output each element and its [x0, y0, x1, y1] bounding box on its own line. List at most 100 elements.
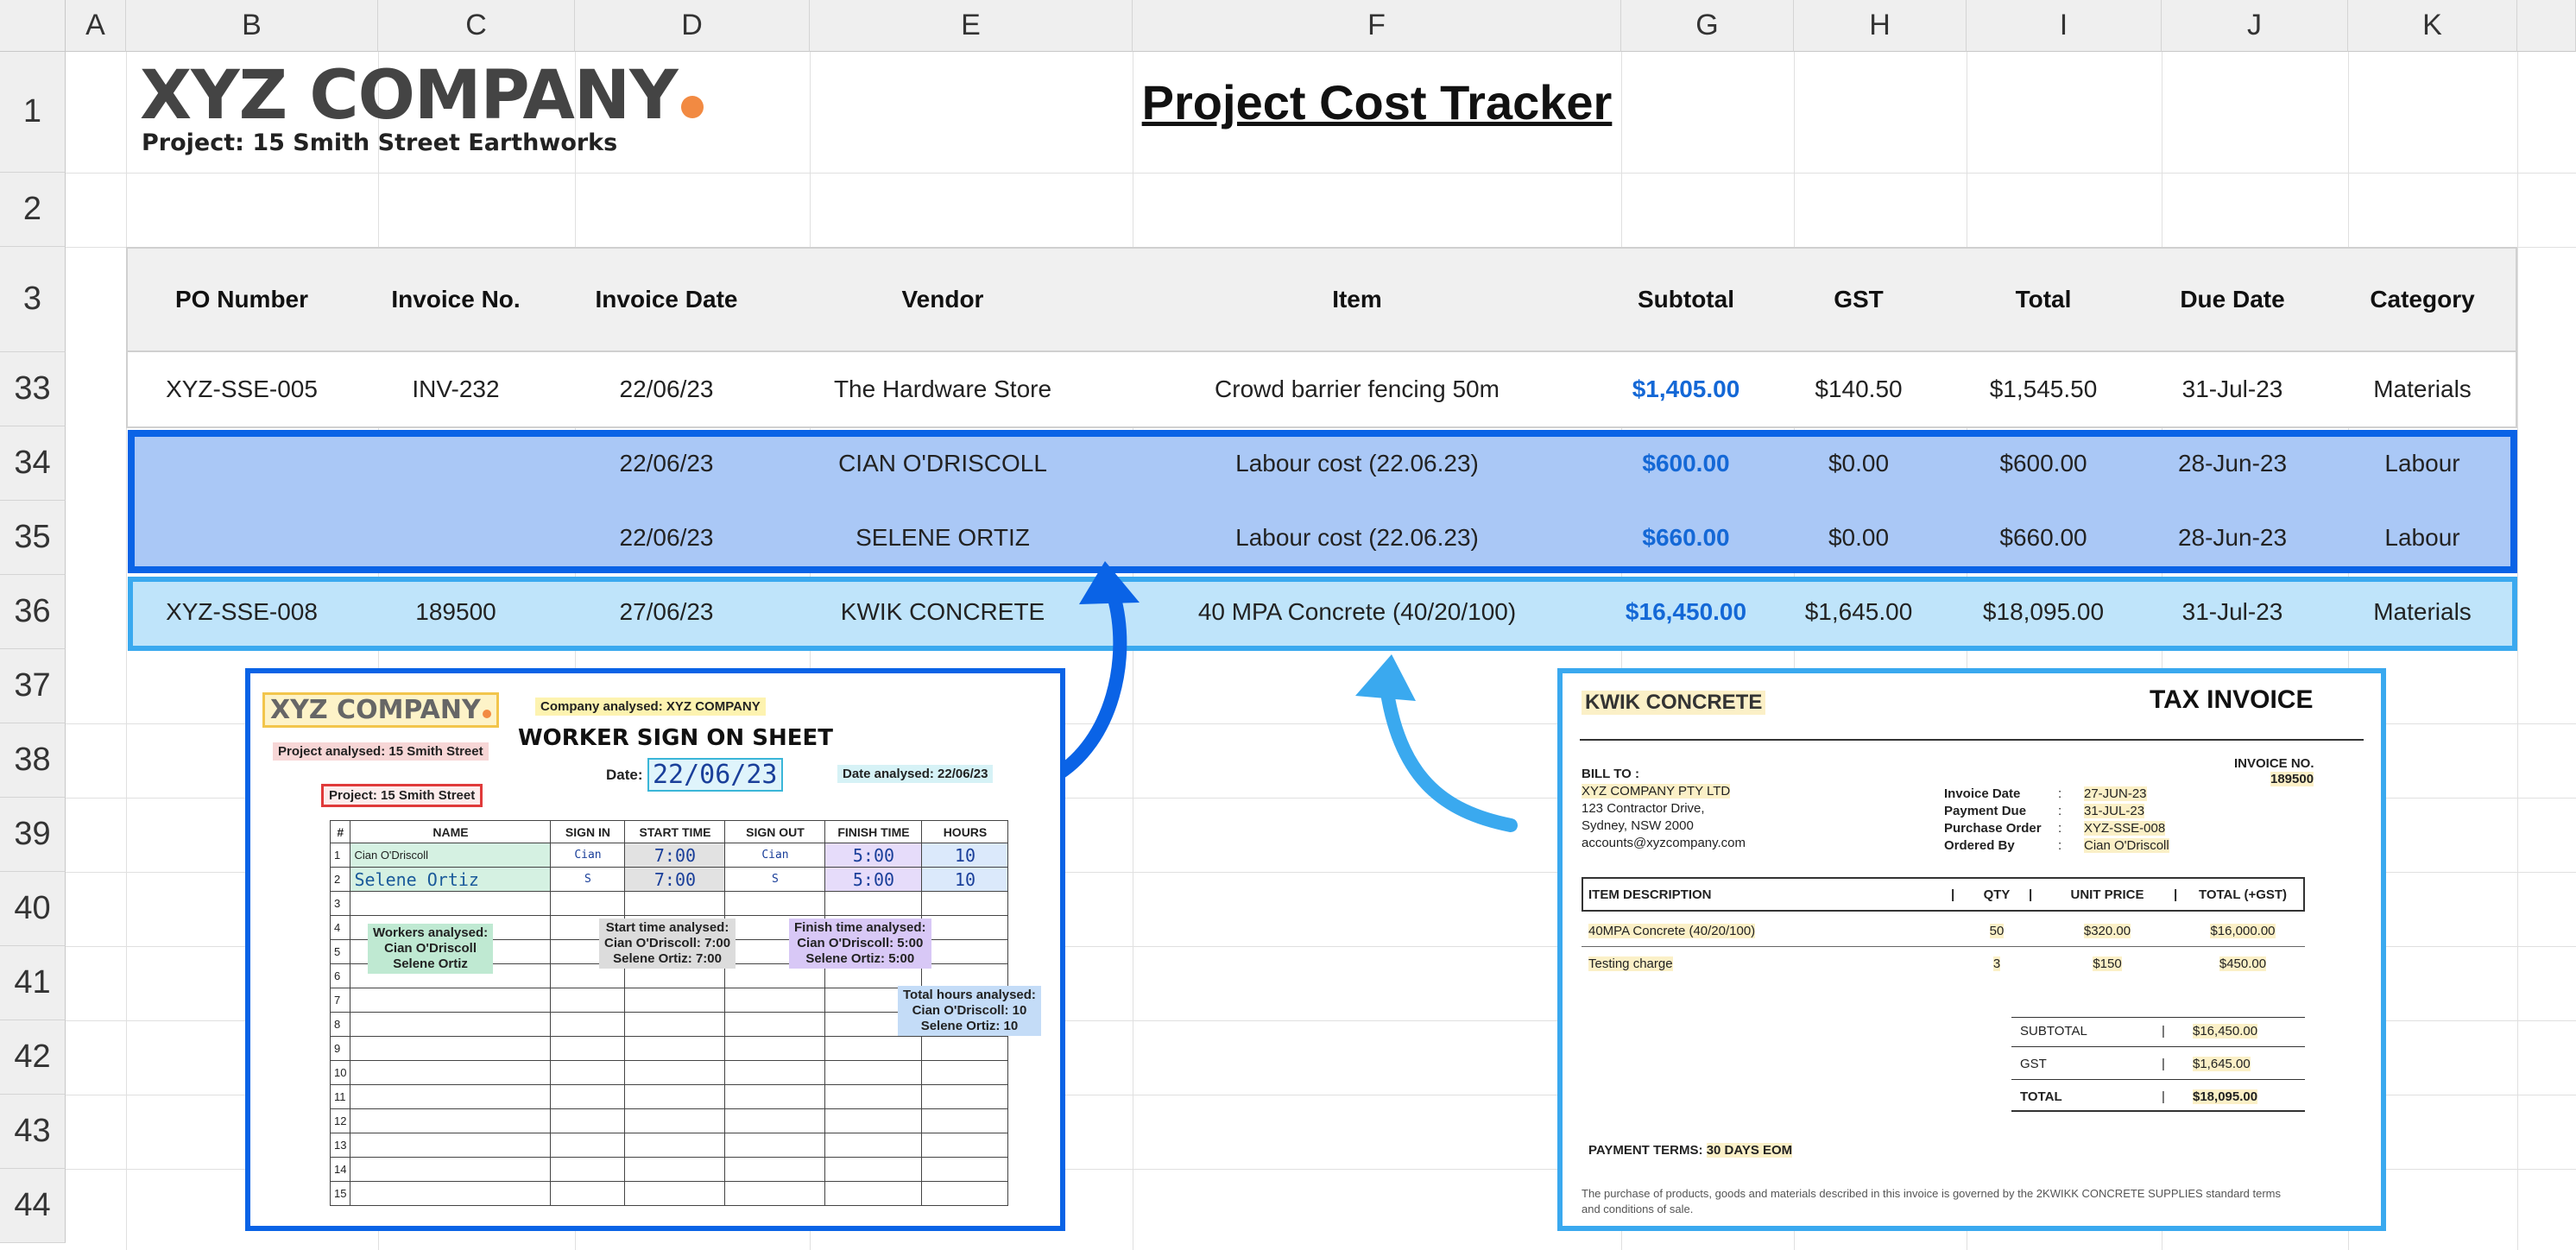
- row-header-33[interactable]: 33: [0, 352, 66, 426]
- finish-tag-line: Finish time analysed:: [794, 920, 926, 935]
- cell-gst[interactable]: $1,645.00: [1765, 575, 1953, 649]
- page-title[interactable]: Project Cost Tracker: [1131, 74, 1623, 130]
- header-category[interactable]: Category: [2331, 247, 2514, 352]
- row-header-44[interactable]: 44: [0, 1169, 66, 1243]
- header-po-number[interactable]: PO Number: [126, 247, 357, 352]
- sheet-date-label: Date:: [606, 767, 643, 783]
- row-header-1[interactable]: 1: [0, 52, 66, 173]
- cell-due-date[interactable]: 31-Jul-23: [2134, 352, 2331, 426]
- column-header-k[interactable]: K: [2348, 0, 2517, 52]
- cell-total[interactable]: $18,095.00: [1953, 575, 2134, 649]
- cell-item[interactable]: Crowd barrier fencing 50m: [1107, 352, 1607, 426]
- ws-col-sign-in: SIGN IN: [550, 820, 626, 843]
- cell-invoice-date[interactable]: 22/06/23: [554, 352, 779, 426]
- cell-total[interactable]: $660.00: [1953, 501, 2134, 575]
- total-label: TOTAL: [2020, 1089, 2062, 1104]
- column-header-j[interactable]: J: [2162, 0, 2348, 52]
- header-gst[interactable]: GST: [1765, 247, 1953, 352]
- item-description: Testing charge: [1588, 956, 1673, 971]
- cell-total[interactable]: $1,545.50: [1953, 352, 2134, 426]
- column-header-f[interactable]: F: [1133, 0, 1621, 52]
- cell-subtotal[interactable]: $600.00: [1607, 426, 1765, 501]
- cell-gst[interactable]: $0.00: [1765, 501, 1953, 575]
- worker-sign-on-sheet-image[interactable]: XYZ COMPANY Company analysed: XYZ COMPAN…: [245, 668, 1065, 1231]
- cell-category[interactable]: Materials: [2331, 352, 2514, 426]
- row-header-3[interactable]: 3: [0, 247, 66, 352]
- cell-gst[interactable]: $0.00: [1765, 426, 1953, 501]
- cell-invoice-date[interactable]: 27/06/23: [554, 575, 779, 649]
- item-header-total: TOTAL (+GST): [2198, 887, 2288, 902]
- ws-col-name: NAME: [350, 820, 552, 843]
- select-all-corner[interactable]: [0, 0, 66, 52]
- cell-invoice-no[interactable]: [357, 426, 554, 501]
- cell-po-number[interactable]: [126, 501, 357, 575]
- column-header-e[interactable]: E: [810, 0, 1133, 52]
- cell-vendor[interactable]: CIAN O'DRISCOLL: [779, 426, 1107, 501]
- total-value-text: $18,095.00: [2193, 1089, 2258, 1104]
- row-header-41[interactable]: 41: [0, 946, 66, 1020]
- cell-invoice-no[interactable]: 189500: [357, 575, 554, 649]
- header-due-date[interactable]: Due Date: [2134, 247, 2331, 352]
- workers-tag-line: Workers analysed:: [373, 925, 489, 940]
- logo-dot-icon: [680, 96, 704, 118]
- invoice-no: 189500: [2270, 772, 2314, 786]
- cell-total[interactable]: $600.00: [1953, 426, 2134, 501]
- cell-po-number[interactable]: [126, 426, 357, 501]
- item-unit-price-text: $150: [2093, 956, 2122, 971]
- project-name: Project: 15 Smith Street Earthworks: [142, 129, 618, 156]
- column-header-i[interactable]: I: [1967, 0, 2162, 52]
- item-qty-text: 50: [1989, 924, 2005, 938]
- hours-tag-line: Selene Ortiz: 10: [920, 1019, 1019, 1033]
- row-header-39[interactable]: 39: [0, 798, 66, 872]
- row-header-38[interactable]: 38: [0, 723, 66, 798]
- header-subtotal[interactable]: Subtotal: [1607, 247, 1765, 352]
- cell-subtotal[interactable]: $1,405.00: [1607, 352, 1765, 426]
- row-header-42[interactable]: 42: [0, 1020, 66, 1095]
- cell-due-date[interactable]: 31-Jul-23: [2134, 575, 2331, 649]
- row-header-36[interactable]: 36: [0, 575, 66, 649]
- cell-category[interactable]: Labour: [2331, 426, 2514, 501]
- row-header-34[interactable]: 34: [0, 426, 66, 501]
- header-total[interactable]: Total: [1953, 247, 2134, 352]
- column-header-b[interactable]: B: [126, 0, 378, 52]
- header-item[interactable]: Item: [1107, 247, 1607, 352]
- column-header-h[interactable]: H: [1794, 0, 1967, 52]
- totals-divider: [2011, 1046, 2305, 1047]
- cell-po-number[interactable]: XYZ-SSE-005: [126, 352, 357, 426]
- totals-divider: [2011, 1079, 2305, 1080]
- header-invoice-date[interactable]: Invoice Date: [554, 247, 779, 352]
- header-vendor[interactable]: Vendor: [779, 247, 1107, 352]
- subtotal-label: SUBTOTAL: [2020, 1024, 2087, 1039]
- cell-invoice-date[interactable]: 22/06/23: [554, 426, 779, 501]
- column-header-extra[interactable]: [2517, 0, 2576, 52]
- cell-po-number[interactable]: XYZ-SSE-008: [126, 575, 357, 649]
- row-header-37[interactable]: 37: [0, 649, 66, 723]
- column-header-d[interactable]: D: [575, 0, 810, 52]
- cell-category[interactable]: Labour: [2331, 501, 2514, 575]
- cell-due-date[interactable]: 28-Jun-23: [2134, 426, 2331, 501]
- cell-invoice-no[interactable]: [357, 501, 554, 575]
- sheet-logo: XYZ COMPANY: [262, 692, 499, 728]
- cell-item[interactable]: Labour cost (22.06.23): [1107, 426, 1607, 501]
- column-header-g[interactable]: G: [1621, 0, 1794, 52]
- gst-label: GST: [2020, 1057, 2047, 1071]
- column-header-a[interactable]: A: [66, 0, 126, 52]
- column-header-c[interactable]: C: [378, 0, 575, 52]
- kwik-concrete-invoice-image[interactable]: KWIK CONCRETE TAX INVOICE INVOICE NO. 18…: [1557, 668, 2386, 1231]
- item-row-divider: [1582, 946, 2305, 947]
- row-header-40[interactable]: 40: [0, 872, 66, 946]
- row-header-35[interactable]: 35: [0, 501, 66, 575]
- cell-subtotal[interactable]: $660.00: [1607, 501, 1765, 575]
- grid-line: [2517, 52, 2518, 1250]
- row-header-43[interactable]: 43: [0, 1095, 66, 1169]
- cell-category[interactable]: Materials: [2331, 575, 2514, 649]
- row-header-2[interactable]: 2: [0, 173, 66, 247]
- row-number: 8: [329, 1012, 351, 1037]
- cell-vendor[interactable]: The Hardware Store: [779, 352, 1107, 426]
- header-invoice-no[interactable]: Invoice No.: [357, 247, 554, 352]
- cell-due-date[interactable]: 28-Jun-23: [2134, 501, 2331, 575]
- cell-gst[interactable]: $140.50: [1765, 352, 1953, 426]
- cell-subtotal[interactable]: $16,450.00: [1607, 575, 1765, 649]
- cell-invoice-date[interactable]: 22/06/23: [554, 501, 779, 575]
- cell-invoice-no[interactable]: INV-232: [357, 352, 554, 426]
